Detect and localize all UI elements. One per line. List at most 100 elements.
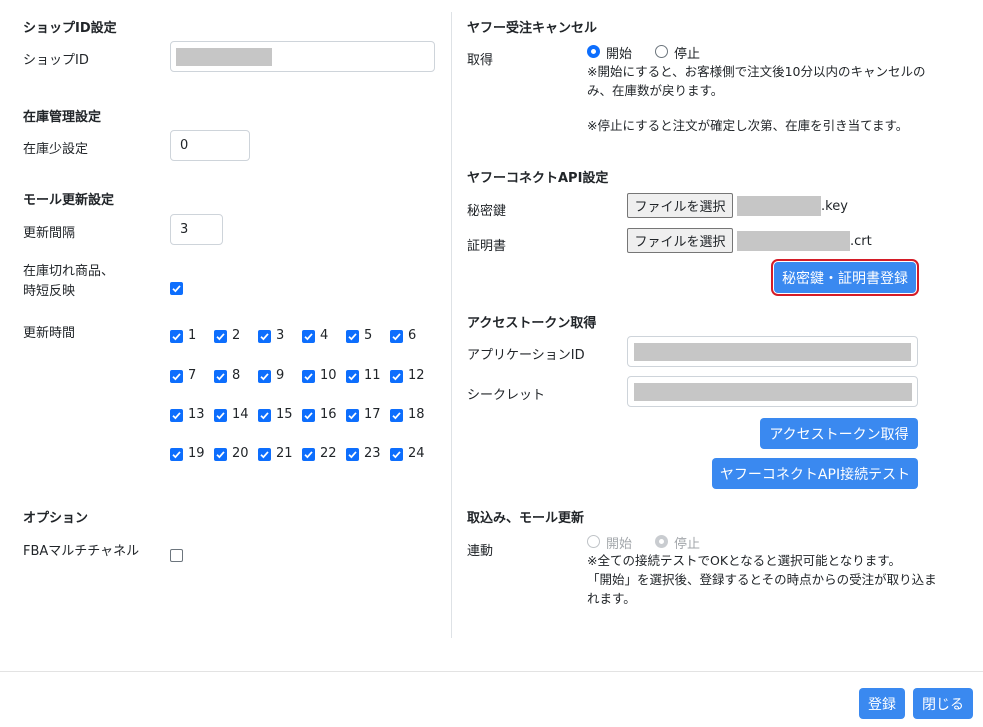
redacted-app-id [634,343,911,361]
hour-checkbox[interactable] [302,448,315,461]
cert-file-button[interactable]: ファイルを選択 [627,228,733,253]
hour-checkbox[interactable] [390,409,403,422]
crt-extension: .crt [850,234,872,249]
check-icon [304,333,313,341]
check-icon [260,333,269,341]
hour-checkbox[interactable] [258,370,271,383]
update-interval-input[interactable]: 3 [170,214,223,245]
hour-checkbox[interactable] [258,409,271,422]
low-stock-input[interactable]: 0 [170,130,250,161]
hour-checkbox[interactable] [214,448,227,461]
hour-checkbox[interactable] [214,370,227,383]
hour-checkbox[interactable] [170,409,183,422]
hour-checkbox[interactable] [214,330,227,343]
redacted-cert-filename [737,231,850,251]
redacted-value [176,48,272,66]
hour-label: 3 [276,328,285,343]
hour-checkbox[interactable] [170,330,183,343]
secret-label: シークレット [467,388,546,403]
hour-checkbox[interactable] [346,409,359,422]
app-id-label: アプリケーションID [467,348,585,363]
hour-label: 7 [188,368,197,383]
check-icon [260,412,269,420]
update-hours-label: 更新時間 [23,326,76,341]
oos-label: 在庫切れ商品、 時短反映 [23,262,114,302]
check-icon [216,333,225,341]
hour-checkbox[interactable] [258,448,271,461]
oos-checkbox[interactable] [170,282,183,295]
hour-label: 14 [232,407,249,422]
hour-checkbox[interactable] [170,370,183,383]
check-icon [392,451,401,459]
cancel-start-label[interactable]: 開始 [606,43,632,62]
hour-label: 17 [364,407,381,422]
secret-key-file-button[interactable]: ファイルを選択 [627,193,733,218]
redacted-secret [634,383,912,401]
import-stop-label: 停止 [674,537,701,552]
hour-label: 9 [276,368,285,383]
key-extension: .key [821,199,848,214]
hour-checkbox[interactable] [346,370,359,383]
hour-label: 18 [408,407,425,422]
secret-input[interactable] [627,376,918,407]
check-icon [172,451,181,459]
hour-label: 24 [408,446,425,461]
cancel-note-line3: ※停止にすると注文が確定し次第、在庫を引き当てます。 [587,118,909,133]
cancel-note-line1: ※開始にすると、お客様側で注文後10分以内のキャンセルの [587,64,926,79]
api-connection-test-button[interactable]: ヤフーコネクトAPI接続テスト [712,458,918,489]
hour-checkbox[interactable] [258,330,271,343]
check-icon [260,373,269,381]
check-icon [216,373,225,381]
oos-label-line2: 時短反映 [23,284,76,299]
check-icon [348,451,357,459]
hour-checkbox[interactable] [302,370,315,383]
hour-label: 2 [232,328,241,343]
shop-id-heading: ショップID設定 [23,21,117,36]
hour-checkbox[interactable] [346,330,359,343]
shop-id-label: ショップID [23,53,89,68]
cancel-start-radio[interactable] [587,45,600,58]
get-access-token-button[interactable]: アクセストークン取得 [760,418,918,449]
hour-checkbox[interactable] [346,448,359,461]
update-interval-value: 3 [180,222,189,237]
hour-label: 16 [320,407,337,422]
shop-id-input[interactable] [170,41,435,72]
hour-checkbox[interactable] [302,409,315,422]
check-icon [172,373,181,381]
cancel-stop-label[interactable]: 停止 [674,43,700,62]
save-button[interactable]: 登録 [859,688,905,719]
hour-label: 22 [320,446,337,461]
yahoo-cancel-label: 取得 [467,53,494,68]
import-start-radio[interactable] [587,535,600,548]
app-id-input[interactable] [627,336,918,367]
fba-checkbox[interactable] [170,549,183,562]
register-key-cert-button[interactable]: 秘密鍵・証明書登録 [771,259,919,296]
hour-checkbox[interactable] [302,330,315,343]
hour-label: 6 [408,328,417,343]
hour-checkbox[interactable] [214,409,227,422]
hour-checkbox[interactable] [170,448,183,461]
hour-label: 20 [232,446,249,461]
check-icon [216,451,225,459]
access-token-heading: アクセストークン取得 [467,316,597,331]
check-icon [392,412,401,420]
update-interval-label: 更新間隔 [23,226,76,241]
close-button[interactable]: 閉じる [913,688,973,719]
hour-checkbox[interactable] [390,370,403,383]
cert-label: 証明書 [467,239,507,254]
check-icon [348,333,357,341]
redacted-key-filename [737,196,821,216]
yahoo-connect-heading: ヤフーコネクトAPI設定 [467,171,609,186]
hour-checkbox[interactable] [390,330,403,343]
hour-label: 15 [276,407,293,422]
import-label: 連動 [467,544,494,559]
inventory-heading: 在庫管理設定 [23,110,102,125]
check-icon [216,412,225,420]
cancel-stop-radio[interactable] [655,45,668,58]
column-divider [451,12,452,638]
import-start-label: 開始 [606,537,633,552]
hour-label: 4 [320,328,329,343]
import-note: ※全ての接続テストでOKとなると選択可能となります。 「開始」を選択後、登録する… [587,551,937,608]
hour-checkbox[interactable] [390,448,403,461]
import-stop-radio[interactable] [655,535,668,548]
